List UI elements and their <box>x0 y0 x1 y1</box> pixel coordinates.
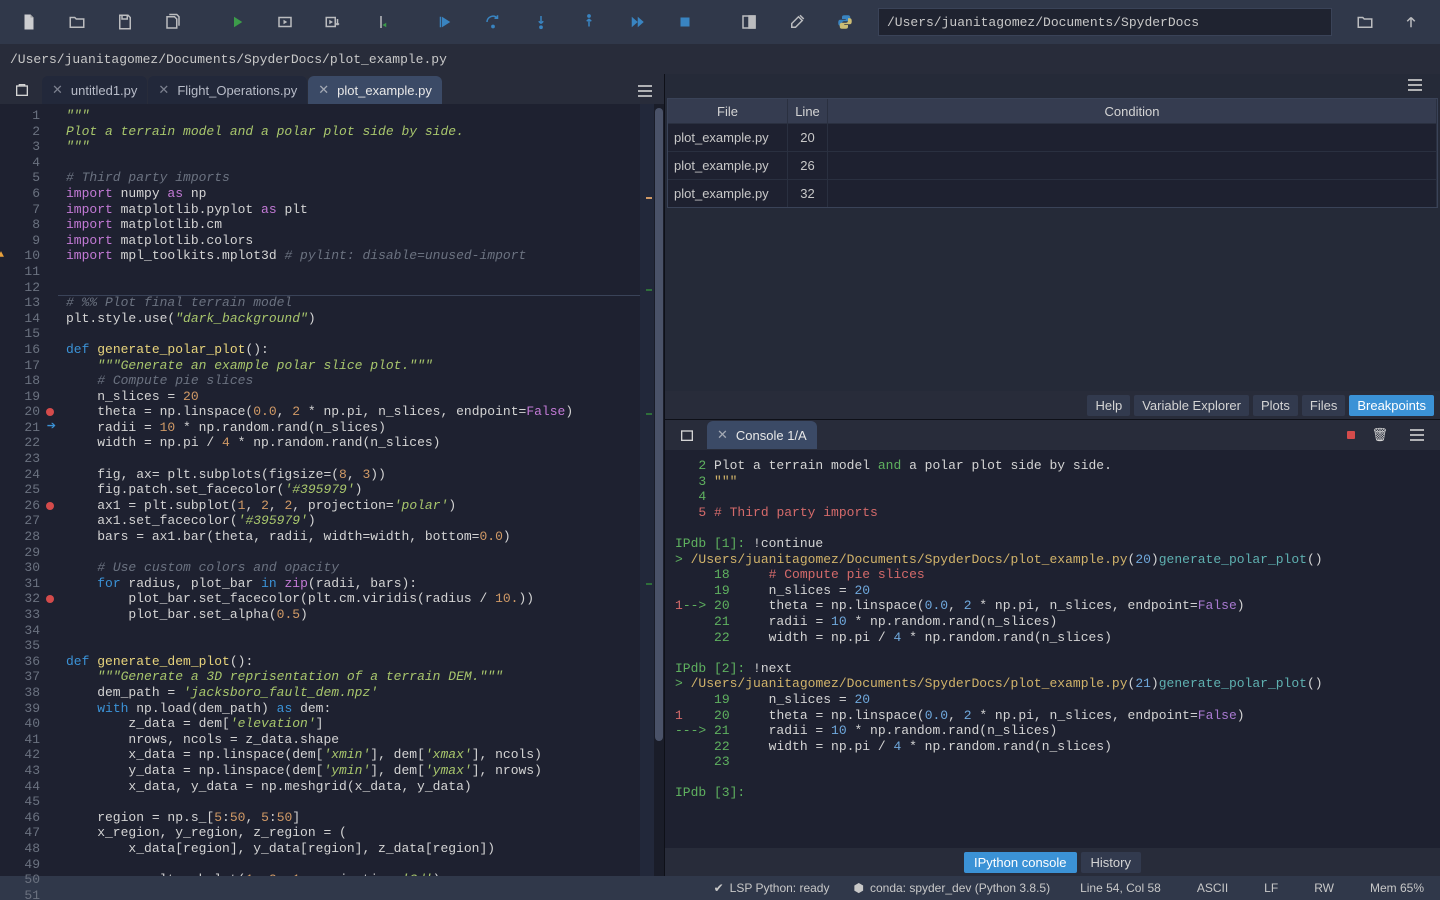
preferences-button[interactable] <box>774 0 820 44</box>
browse-dir-button[interactable] <box>1342 0 1388 44</box>
open-file-button[interactable] <box>54 0 100 44</box>
editor-tab[interactable]: ✕ Flight_Operations.py <box>148 76 307 104</box>
console-tab[interactable]: ✕ Console 1/A <box>707 421 817 449</box>
close-icon[interactable]: ✕ <box>158 82 169 98</box>
editor-options-icon[interactable] <box>632 78 658 104</box>
console-tab-ipython-console[interactable]: IPython console <box>964 852 1077 873</box>
code-editor[interactable]: 1234567891011121314151617181920212223242… <box>0 104 664 876</box>
run-cell-advance-button[interactable] <box>310 0 356 44</box>
pane-tab-plots[interactable]: Plots <box>1253 395 1298 416</box>
close-icon[interactable]: ✕ <box>717 427 728 443</box>
maximize-pane-button[interactable] <box>726 0 772 44</box>
pane-tab-variable-explorer[interactable]: Variable Explorer <box>1134 395 1249 416</box>
right-pane-switcher: HelpVariable ExplorerPlotsFilesBreakpoin… <box>665 391 1440 419</box>
tab-label: plot_example.py <box>337 83 432 98</box>
close-icon[interactable]: ✕ <box>52 82 63 98</box>
step-into-button[interactable] <box>518 0 564 44</box>
breakpoints-options-icon[interactable] <box>1402 72 1428 98</box>
run-selection-button[interactable] <box>358 0 404 44</box>
status-bar: ✔ LSP Python: ready ⬢ conda: spyder_dev … <box>0 876 1440 900</box>
record-icon[interactable] <box>1347 431 1355 439</box>
editor-tab[interactable]: ✕ untitled1.py <box>42 76 147 104</box>
status-lsp[interactable]: ✔ LSP Python: ready <box>714 881 830 895</box>
status-eol[interactable]: LF <box>1258 881 1284 895</box>
run-cell-button[interactable] <box>262 0 308 44</box>
col-file[interactable]: File <box>668 99 788 123</box>
line-number-gutter[interactable]: 1234567891011121314151617181920212223242… <box>0 104 58 876</box>
python-path-button[interactable] <box>822 0 868 44</box>
tab-label: Flight_Operations.py <box>177 83 297 98</box>
pane-tab-files[interactable]: Files <box>1302 395 1345 416</box>
close-icon[interactable]: ✕ <box>318 82 329 98</box>
pane-tab-help[interactable]: Help <box>1087 395 1130 416</box>
ipython-console[interactable]: 2 Plot a terrain model and a polar plot … <box>665 450 1440 848</box>
step-out-button[interactable] <box>566 0 612 44</box>
trash-icon[interactable]: 🗑 <box>1371 428 1388 443</box>
continue-button[interactable] <box>614 0 660 44</box>
lsp-icon: ✔ <box>714 881 724 895</box>
editor-tab[interactable]: ✕ plot_example.py <box>308 76 442 104</box>
console-tab-row: ✕ Console 1/A 🗑 <box>665 420 1440 450</box>
status-encoding[interactable]: ASCII <box>1191 881 1234 895</box>
status-perm[interactable]: RW <box>1308 881 1340 895</box>
working-dir-combo[interactable]: /Users/juanitagomez/Documents/SpyderDocs <box>878 8 1332 36</box>
editor-scrollbar[interactable] <box>654 104 664 876</box>
status-cursor[interactable]: Line 54, Col 58 <box>1074 881 1167 895</box>
save-all-button[interactable] <box>150 0 196 44</box>
console-options-icon[interactable] <box>1404 422 1430 448</box>
tab-label: untitled1.py <box>71 83 138 98</box>
stop-debug-button[interactable] <box>662 0 708 44</box>
parent-dir-button[interactable] <box>1388 0 1434 44</box>
editor-tab-row: ✕ untitled1.py ✕ Flight_Operations.py ✕ plot_… <box>0 74 664 104</box>
code-area[interactable]: """Plot a terrain model and a polar plot… <box>58 104 640 876</box>
step-over-button[interactable] <box>470 0 516 44</box>
console-tab-label: Console 1/A <box>736 428 807 443</box>
col-line[interactable]: Line <box>788 99 828 123</box>
main-toolbar: /Users/juanitagomez/Documents/SpyderDocs <box>0 0 1440 44</box>
table-row[interactable]: plot_example.py26 <box>668 151 1437 179</box>
table-row[interactable]: plot_example.py32 <box>668 179 1437 207</box>
new-file-button[interactable] <box>6 0 52 44</box>
file-browser-icon[interactable] <box>8 76 36 104</box>
console-list-icon[interactable] <box>673 421 701 449</box>
breakpoints-header-row: File Line Condition <box>668 99 1437 123</box>
pane-tab-breakpoints[interactable]: Breakpoints <box>1349 395 1434 416</box>
run-button[interactable] <box>214 0 260 44</box>
breakpoints-table[interactable]: File Line Condition plot_example.py20plo… <box>667 98 1438 208</box>
file-path-text: /Users/juanitagomez/Documents/SpyderDocs… <box>10 52 447 67</box>
console-pane-switcher: IPython consoleHistory <box>665 848 1440 876</box>
table-row[interactable]: plot_example.py20 <box>668 123 1437 151</box>
conda-icon: ⬢ <box>853 881 863 895</box>
working-dir-path: /Users/juanitagomez/Documents/SpyderDocs <box>887 15 1199 30</box>
col-condition[interactable]: Condition <box>828 99 1437 123</box>
debug-button[interactable] <box>422 0 468 44</box>
status-conda[interactable]: ⬢ conda: spyder_dev (Python 3.8.5) <box>853 881 1050 895</box>
status-mem[interactable]: Mem 65% <box>1364 881 1430 895</box>
file-path-bar: /Users/juanitagomez/Documents/SpyderDocs… <box>0 44 1440 74</box>
save-button[interactable] <box>102 0 148 44</box>
console-tab-history[interactable]: History <box>1081 852 1141 873</box>
editor-minimap <box>640 104 654 876</box>
